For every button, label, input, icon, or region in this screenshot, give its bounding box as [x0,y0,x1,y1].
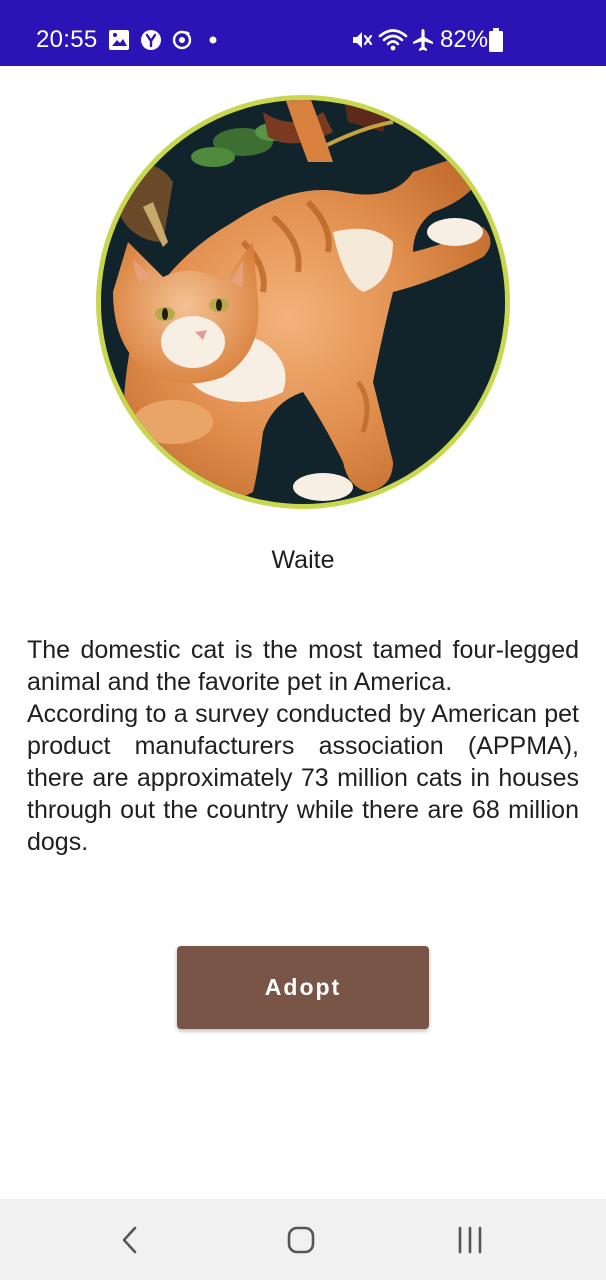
pet-name: Waite [271,546,335,574]
adopt-button[interactable]: Adopt [177,946,429,1029]
back-button[interactable] [100,1217,160,1263]
yandex-icon [141,30,161,50]
sync-icon [172,30,192,50]
recents-icon [458,1226,482,1254]
pet-detail-screen: Waite The domestic cat is the most tamed… [0,66,606,1199]
home-button[interactable] [271,1217,331,1263]
airplane-icon [413,29,433,51]
home-icon [287,1226,315,1254]
battery-icon [489,28,503,52]
mute-icon [353,32,373,48]
back-icon [122,1226,137,1254]
status-bar: 20:55 82% [0,0,606,66]
pet-photo [93,92,513,512]
recents-button[interactable] [440,1217,500,1263]
status-time: 20:55 [36,26,98,53]
gallery-icon [109,30,129,50]
navigation-bar [0,1199,606,1280]
battery-percent: 82% [440,26,489,53]
pet-description: The domestic cat is the most tamed four-… [27,636,579,856]
cat-photo-icon [96,95,510,509]
wifi-icon [378,29,408,51]
dot-icon [209,36,217,44]
